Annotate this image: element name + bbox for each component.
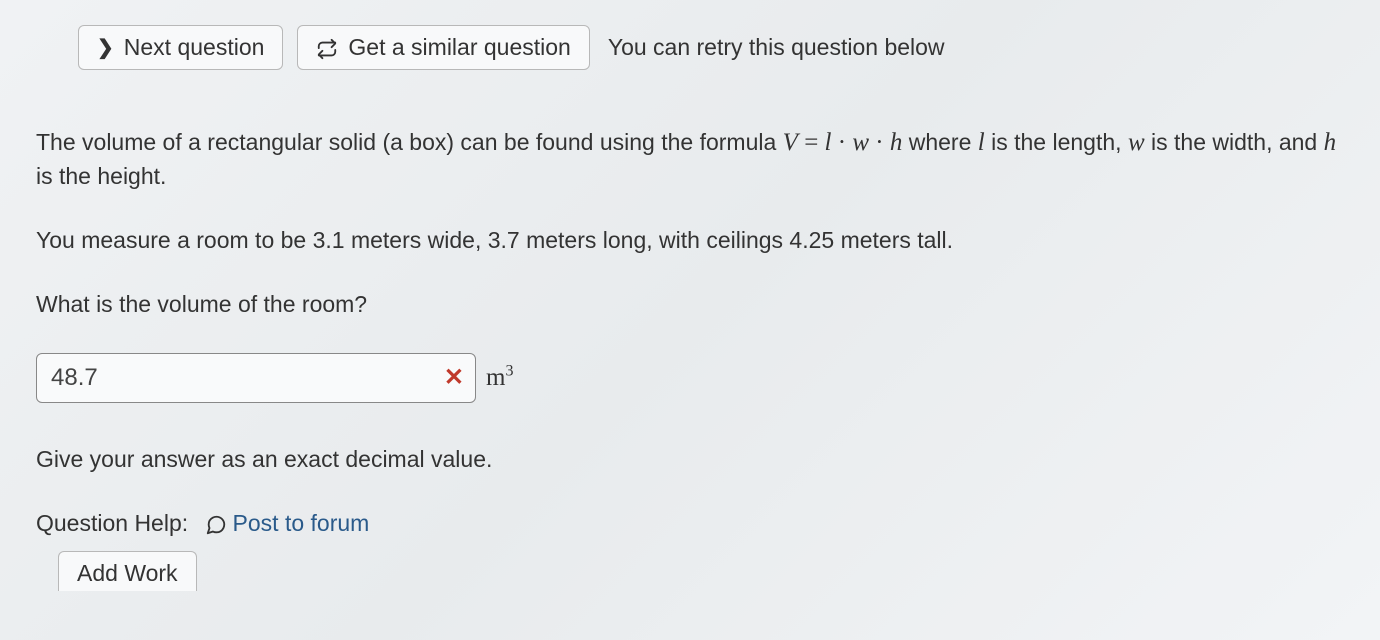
chat-icon [205,507,227,539]
answer-row: ✕ m3 [36,353,1344,403]
question-prompt: What is the volume of the room? [36,288,1344,320]
unit-exp: 3 [505,363,513,380]
question-body: The volume of a rectangular solid (a box… [30,125,1350,591]
question-intro: The volume of a rectangular solid (a box… [36,125,1344,192]
var-w: w [1128,129,1145,156]
similar-question-button[interactable]: Get a similar question [297,25,589,70]
answer-unit: m3 [486,360,513,395]
answer-instruction: Give your answer as an exact decimal val… [36,443,1344,475]
action-bar: ❯ Next question Get a similar question Y… [78,25,1350,70]
measurements: You measure a room to be 3.1 meters wide… [36,224,1344,256]
intro-text-2: where [902,129,977,155]
intro-text-5: is the height. [36,163,166,189]
intro-text-4: is the width, and [1145,129,1324,155]
add-work-button[interactable]: Add Work [58,551,197,591]
intro-text-3: is the length, [985,129,1128,155]
retry-hint: You can retry this question below [608,31,945,63]
formula: V = l · w · h [783,129,903,156]
next-question-label: Next question [124,34,265,61]
refresh-icon [316,34,338,61]
answer-input[interactable] [36,353,476,403]
post-to-forum-link[interactable]: Post to forum [205,507,370,539]
answer-input-wrap: ✕ [36,353,476,403]
chevron-right-icon: ❯ [97,35,114,60]
var-l: l [978,129,985,156]
unit-base: m [486,364,505,391]
intro-text-1: The volume of a rectangular solid (a box… [36,129,783,155]
var-h: h [1324,129,1337,156]
next-question-button[interactable]: ❯ Next question [78,25,283,70]
help-label: Question Help: [36,510,188,536]
forum-link-text: Post to forum [233,507,370,539]
similar-question-label: Get a similar question [348,34,570,61]
help-row: Question Help: Post to forum [36,507,1344,539]
